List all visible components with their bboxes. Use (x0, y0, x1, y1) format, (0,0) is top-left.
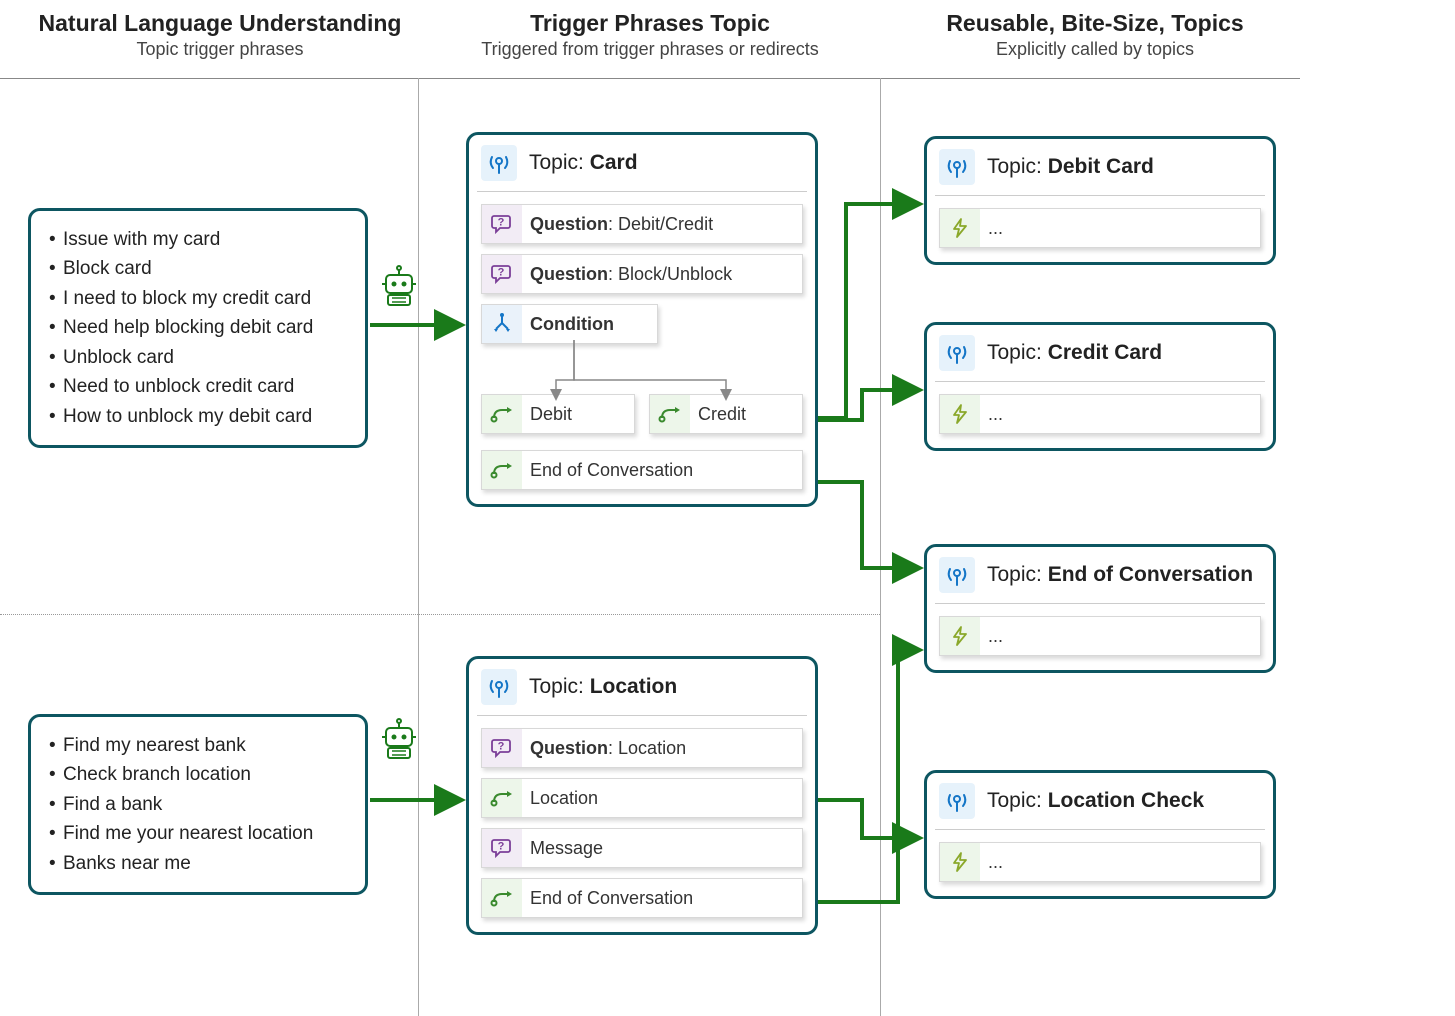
topic-card-eoc: Topic: End of Conversation ... (924, 544, 1276, 673)
node-question-block-unblock: Question: Block/Unblock (481, 254, 803, 294)
node-action: ... (939, 394, 1261, 434)
redirect-icon (482, 879, 522, 917)
node-label: Question: Debit/Credit (522, 214, 713, 235)
phrase: Issue with my card (49, 225, 347, 254)
node-redirect-debit: Debit (481, 394, 635, 434)
redirect-icon (482, 451, 522, 489)
topic-title: Topic: Debit Card (987, 155, 1154, 179)
topic-icon (939, 149, 975, 185)
topic-title: Topic: Location (529, 675, 677, 699)
node-label: ... (980, 852, 1003, 873)
phrase: How to unblock my debit card (49, 402, 347, 431)
node-label: End of Conversation (522, 888, 693, 909)
topic-header: Topic: Credit Card (927, 325, 1273, 381)
node-redirect-location: Location (481, 778, 803, 818)
topic-title: Topic: End of Conversation (987, 563, 1253, 587)
phrase-list: Issue with my card Block card I need to … (49, 225, 347, 431)
node-action: ... (939, 616, 1261, 656)
phrase: Need help blocking debit card (49, 313, 347, 342)
node-condition: Condition (481, 304, 658, 344)
column-header-reusable: Reusable, Bite-Size, Topics Explicitly c… (895, 10, 1295, 60)
robot-icon (378, 718, 420, 764)
question-icon (482, 829, 522, 867)
node-label: End of Conversation (522, 460, 693, 481)
node-label: Question: Block/Unblock (522, 264, 732, 285)
topic-header: Topic: Location Check (927, 773, 1273, 829)
node-message: Message (481, 828, 803, 868)
topic-title: Topic: Card (529, 151, 638, 175)
topic-header: Topic: Debit Card (927, 139, 1273, 195)
node-label: ... (980, 404, 1003, 425)
column-header-nlu: Natural Language Understanding Topic tri… (20, 10, 420, 60)
redirect-icon (650, 395, 690, 433)
header-divider (0, 78, 1300, 79)
trigger-phrases-card: Issue with my card Block card I need to … (28, 208, 368, 448)
topic-icon (481, 145, 517, 181)
phrase: Find a bank (49, 790, 347, 819)
node-redirect-eoc: End of Conversation (481, 450, 803, 490)
node-label: Debit (522, 404, 572, 425)
row-divider (0, 614, 880, 615)
branch-row: Debit Credit (481, 394, 803, 434)
redirect-icon (482, 779, 522, 817)
action-icon (940, 617, 980, 655)
phrase: Need to unblock credit card (49, 372, 347, 401)
topic-icon (939, 557, 975, 593)
phrase: Banks near me (49, 849, 347, 878)
node-label: ... (980, 626, 1003, 647)
phrase: Find me your nearest location (49, 819, 347, 848)
column-title: Natural Language Understanding (20, 10, 420, 37)
phrase: Unblock card (49, 343, 347, 372)
node-redirect-credit: Credit (649, 394, 803, 434)
node-label: ... (980, 218, 1003, 239)
phrase: Block card (49, 254, 347, 283)
column-subtitle: Explicitly called by topics (895, 39, 1295, 60)
column-divider (418, 78, 419, 1016)
node-label: Condition (522, 314, 614, 335)
node-label: Question: Location (522, 738, 686, 759)
topic-title: Topic: Credit Card (987, 341, 1162, 365)
topic-title: Topic: Location Check (987, 789, 1204, 813)
phrase: Check branch location (49, 760, 347, 789)
question-icon (482, 729, 522, 767)
node-question-debit-credit: Question: Debit/Credit (481, 204, 803, 244)
action-icon (940, 843, 980, 881)
topic-card-credit: Topic: Credit Card ... (924, 322, 1276, 451)
column-title: Reusable, Bite-Size, Topics (895, 10, 1295, 37)
robot-icon (378, 265, 420, 311)
topic-icon (939, 783, 975, 819)
topic-header: Topic: Location (469, 659, 815, 715)
action-icon (940, 395, 980, 433)
phrase: Find my nearest bank (49, 731, 347, 760)
column-subtitle: Topic trigger phrases (20, 39, 420, 60)
question-icon (482, 255, 522, 293)
topic-icon (939, 335, 975, 371)
node-label: Message (522, 838, 603, 859)
topic-card-debit: Topic: Debit Card ... (924, 136, 1276, 265)
node-label: Credit (690, 404, 746, 425)
phrase: I need to block my credit card (49, 284, 347, 313)
node-label: Location (522, 788, 598, 809)
topic-header: Topic: End of Conversation (927, 547, 1273, 603)
topic-card-locchk: Topic: Location Check ... (924, 770, 1276, 899)
node-action: ... (939, 208, 1261, 248)
column-divider (880, 78, 881, 1016)
redirect-icon (482, 395, 522, 433)
topic-header: Topic: Card (469, 135, 815, 191)
column-subtitle: Triggered from trigger phrases or redire… (430, 39, 870, 60)
question-icon (482, 205, 522, 243)
trigger-phrases-location: Find my nearest bank Check branch locati… (28, 714, 368, 895)
topic-card-card: Topic: Card Question: Debit/Credit Quest… (466, 132, 818, 507)
column-title: Trigger Phrases Topic (430, 10, 870, 37)
node-action: ... (939, 842, 1261, 882)
condition-icon (482, 305, 522, 343)
topic-card-location: Topic: Location Question: Location Locat… (466, 656, 818, 935)
node-question-location: Question: Location (481, 728, 803, 768)
column-header-trigger: Trigger Phrases Topic Triggered from tri… (430, 10, 870, 60)
node-redirect-eoc: End of Conversation (481, 878, 803, 918)
topic-icon (481, 669, 517, 705)
phrase-list: Find my nearest bank Check branch locati… (49, 731, 347, 878)
action-icon (940, 209, 980, 247)
